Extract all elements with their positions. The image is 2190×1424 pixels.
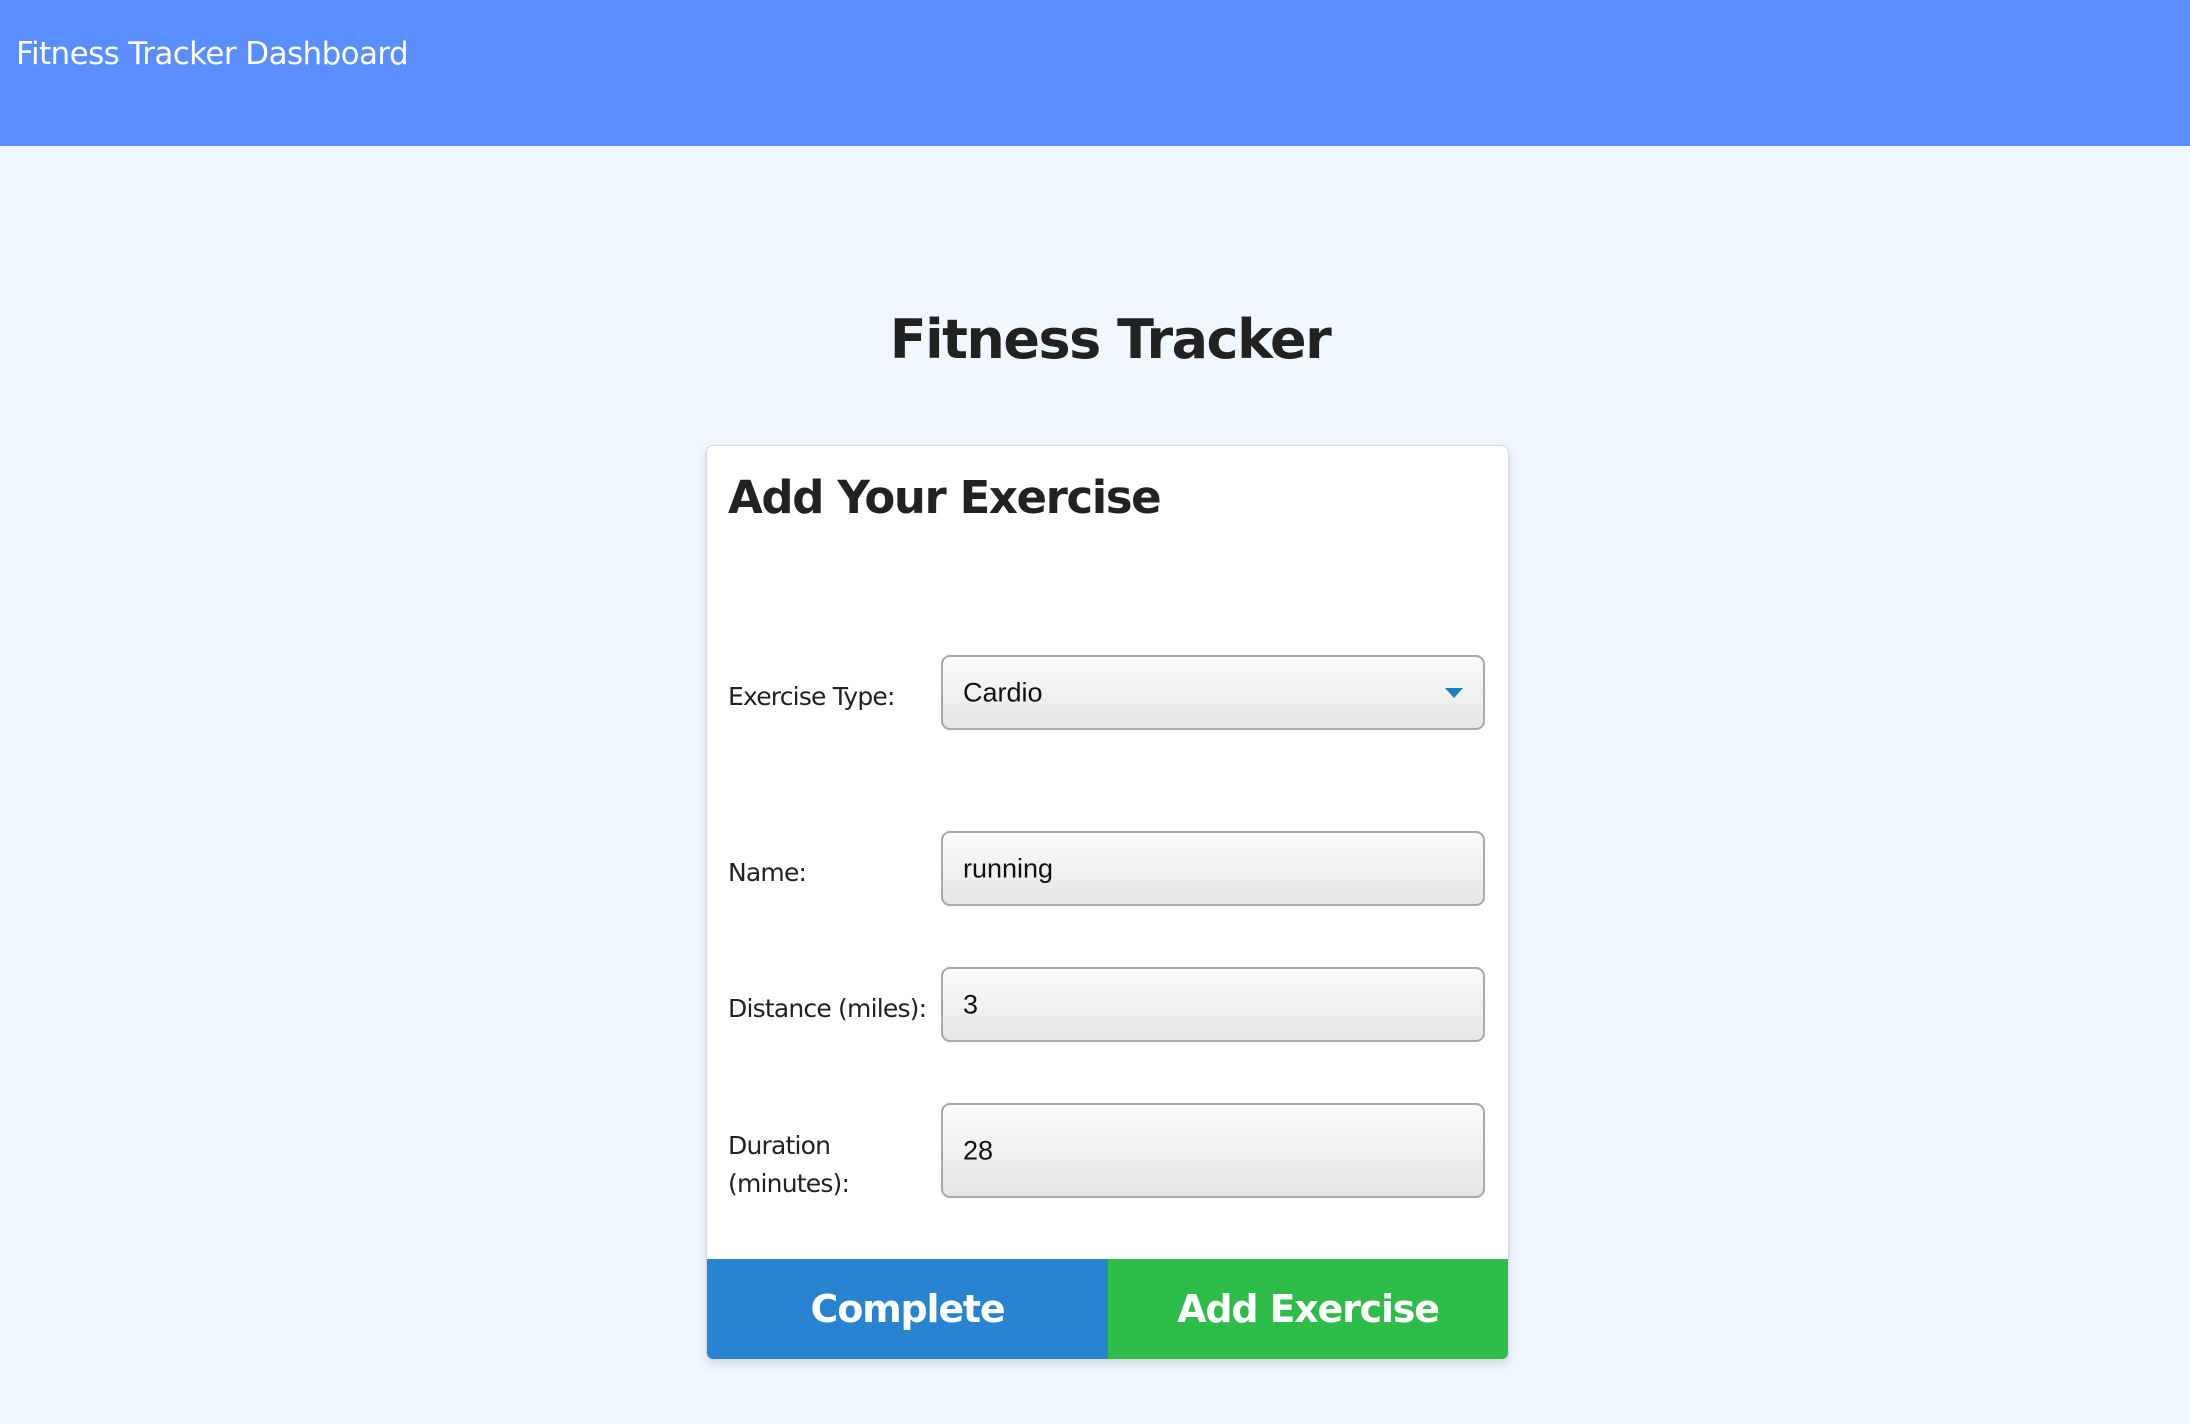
app-title[interactable]: Fitness Tracker Dashboard: [16, 36, 409, 72]
form-title: Add Your Exercise: [728, 471, 1162, 524]
exercise-type-label: Exercise Type:: [728, 682, 895, 711]
duration-label-line2: (minutes):: [728, 1169, 850, 1198]
add-exercise-button[interactable]: Add Exercise: [1108, 1259, 1508, 1359]
add-exercise-form: Add Your Exercise Exercise Type: Cardio …: [706, 445, 1509, 1360]
name-label: Name:: [728, 858, 807, 887]
duration-input[interactable]: [963, 1135, 1433, 1166]
top-navbar: Fitness Tracker Dashboard: [0, 0, 2190, 146]
duration-label: Duration (minutes):: [728, 1127, 850, 1203]
distance-field[interactable]: [941, 967, 1485, 1042]
distance-input[interactable]: [963, 989, 1433, 1020]
chevron-down-icon: [1445, 687, 1463, 698]
name-input[interactable]: [963, 853, 1433, 884]
duration-field[interactable]: [941, 1103, 1485, 1198]
name-field[interactable]: [941, 831, 1485, 906]
exercise-type-select[interactable]: Cardio: [941, 655, 1485, 730]
complete-button[interactable]: Complete: [707, 1259, 1108, 1359]
duration-label-line1: Duration: [728, 1131, 831, 1160]
exercise-type-value: Cardio: [963, 677, 1043, 707]
distance-label: Distance (miles):: [728, 994, 927, 1023]
page-title: Fitness Tracker: [889, 308, 1332, 371]
